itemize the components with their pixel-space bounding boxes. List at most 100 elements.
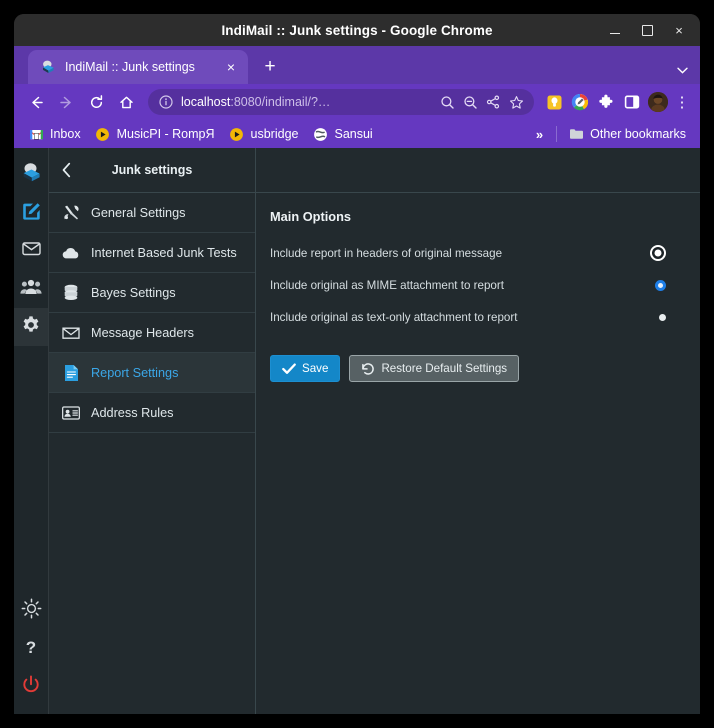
browser-toolbar: localhost:8080/indimail/?… ⋮ bbox=[14, 84, 700, 120]
minimize-button[interactable] bbox=[600, 17, 630, 43]
settings-list-header: Junk settings bbox=[49, 148, 255, 193]
option-label: Include original as text-only attachment… bbox=[270, 310, 518, 324]
bookmarks-bar: Inbox MusicPI - RompЯ usbridge Sansui » bbox=[14, 120, 700, 148]
sidebar-item-internet-based-junk-tests[interactable]: Internet Based Junk Tests bbox=[49, 233, 255, 273]
bookmarks-divider bbox=[556, 126, 558, 142]
side-panel-icon[interactable] bbox=[620, 90, 644, 114]
restore-defaults-button[interactable]: Restore Default Settings bbox=[349, 355, 520, 382]
option-row-text-only-attachment[interactable]: Include original as text-only attachment… bbox=[270, 301, 684, 333]
rail-item-contacts[interactable] bbox=[14, 270, 48, 308]
rail-item-theme[interactable] bbox=[14, 592, 48, 630]
browser-menu-button[interactable]: ⋮ bbox=[672, 95, 692, 110]
tab-close-icon[interactable]: × bbox=[222, 58, 240, 76]
play-circle-icon bbox=[229, 126, 245, 142]
maximize-button[interactable] bbox=[632, 17, 662, 43]
address-bar-url: localhost:8080/indimail/?… bbox=[181, 95, 432, 109]
forward-button[interactable] bbox=[52, 88, 80, 116]
sidebar-item-address-rules[interactable]: Address Rules bbox=[49, 393, 255, 433]
radio-text-only-attachment[interactable] bbox=[659, 313, 666, 321]
content-topbar bbox=[256, 148, 700, 193]
bookmark-musicpi[interactable]: MusicPI - RompЯ bbox=[89, 123, 221, 145]
window-title: IndiMail :: Junk settings - Google Chrom… bbox=[221, 22, 493, 38]
sidebar-item-report-settings[interactable]: Report Settings bbox=[49, 353, 255, 393]
check-icon bbox=[282, 362, 296, 376]
star-icon[interactable] bbox=[508, 94, 524, 110]
sidebar-item-message-headers[interactable]: Message Headers bbox=[49, 313, 255, 353]
back-button[interactable] bbox=[22, 88, 50, 116]
compose-icon bbox=[21, 200, 42, 226]
back-chevron-icon[interactable] bbox=[49, 162, 83, 178]
play-circle-icon bbox=[95, 126, 111, 142]
settings-list-panel: Junk settings General Settings Internet … bbox=[49, 148, 256, 714]
folder-icon bbox=[568, 126, 584, 142]
tab-strip: IndiMail :: Junk settings × + bbox=[14, 46, 700, 84]
radio-report-in-headers[interactable] bbox=[650, 245, 666, 261]
gear-icon bbox=[21, 315, 41, 340]
cloud-icon bbox=[62, 244, 80, 262]
sidebar-item-bayes-settings[interactable]: Bayes Settings bbox=[49, 273, 255, 313]
new-tab-button[interactable]: + bbox=[256, 51, 284, 81]
undo-icon bbox=[361, 362, 375, 376]
tab-search-chevron-down-icon[interactable] bbox=[677, 65, 688, 77]
question-mark-icon: ? bbox=[22, 637, 40, 662]
bookmark-inbox[interactable]: Inbox bbox=[22, 123, 87, 145]
bookmark-label: Inbox bbox=[50, 127, 81, 141]
extensions-puzzle-icon[interactable] bbox=[594, 90, 618, 114]
bookmark-sansui[interactable]: Sansui bbox=[306, 123, 378, 145]
app-icon-rail: ? bbox=[14, 148, 49, 714]
zoom-out-icon[interactable] bbox=[462, 94, 478, 110]
envelope-icon bbox=[62, 324, 80, 342]
site-info-icon[interactable] bbox=[158, 94, 174, 110]
rail-item-settings[interactable] bbox=[14, 308, 48, 346]
zoom-in-icon[interactable] bbox=[439, 94, 455, 110]
power-icon bbox=[21, 674, 41, 700]
share-icon[interactable] bbox=[485, 94, 501, 110]
settings-list-title: Junk settings bbox=[111, 163, 193, 177]
close-button[interactable]: × bbox=[664, 17, 694, 43]
google-editor-extension-icon[interactable] bbox=[568, 90, 592, 114]
rail-item-help[interactable]: ? bbox=[14, 630, 48, 668]
tab-indimail-junk-settings[interactable]: IndiMail :: Junk settings × bbox=[28, 50, 248, 84]
reload-button[interactable] bbox=[82, 88, 110, 116]
option-row-mime-attachment[interactable]: Include original as MIME attachment to r… bbox=[270, 269, 684, 301]
people-icon bbox=[20, 277, 42, 301]
url-host: localhost bbox=[181, 95, 231, 109]
save-button[interactable]: Save bbox=[270, 355, 341, 382]
rail-item-indimail-logo[interactable] bbox=[14, 156, 48, 194]
section-title: Main Options bbox=[270, 209, 352, 224]
sidebar-item-label: General Settings bbox=[91, 205, 186, 220]
option-label: Include report in headers of original me… bbox=[270, 246, 503, 260]
title-bar: IndiMail :: Junk settings - Google Chrom… bbox=[14, 14, 700, 46]
svg-text:?: ? bbox=[26, 638, 36, 657]
brightness-icon bbox=[21, 598, 42, 624]
profile-avatar[interactable] bbox=[646, 90, 670, 114]
rail-item-mail[interactable] bbox=[14, 232, 48, 270]
other-bookmarks-button[interactable]: Other bookmarks bbox=[562, 123, 692, 145]
home-button[interactable] bbox=[112, 88, 140, 116]
bookmark-usbridge[interactable]: usbridge bbox=[223, 123, 305, 145]
rail-item-logout[interactable] bbox=[14, 668, 48, 706]
sidebar-item-label: Internet Based Junk Tests bbox=[91, 245, 237, 260]
restore-defaults-button-label: Restore Default Settings bbox=[381, 362, 508, 375]
maximize-icon bbox=[641, 24, 653, 36]
url-path: :8080/indimail/?… bbox=[230, 95, 331, 109]
window-controls: × bbox=[600, 14, 694, 46]
radio-mime-attachment[interactable] bbox=[655, 279, 666, 291]
gmail-icon bbox=[28, 126, 44, 142]
option-row-report-in-headers[interactable]: Include report in headers of original me… bbox=[270, 237, 684, 269]
address-bar[interactable]: localhost:8080/indimail/?… bbox=[148, 89, 534, 115]
sidebar-item-label: Bayes Settings bbox=[91, 285, 176, 300]
tab-title: IndiMail :: Junk settings bbox=[65, 60, 195, 74]
sidebar-item-general-settings[interactable]: General Settings bbox=[49, 193, 255, 233]
bookmarks-overflow-button[interactable]: » bbox=[528, 127, 551, 142]
rail-item-compose[interactable] bbox=[14, 194, 48, 232]
tools-icon bbox=[62, 204, 80, 222]
keep-notes-extension-icon[interactable] bbox=[542, 90, 566, 114]
minimize-icon bbox=[610, 32, 620, 35]
option-label: Include original as MIME attachment to r… bbox=[270, 278, 504, 292]
bookmark-label: MusicPI - RompЯ bbox=[116, 127, 215, 141]
other-bookmarks-label: Other bookmarks bbox=[590, 127, 686, 141]
sidebar-item-label: Report Settings bbox=[91, 365, 179, 380]
sidebar-item-label: Address Rules bbox=[91, 405, 174, 420]
bookmark-label: Sansui bbox=[334, 127, 373, 141]
